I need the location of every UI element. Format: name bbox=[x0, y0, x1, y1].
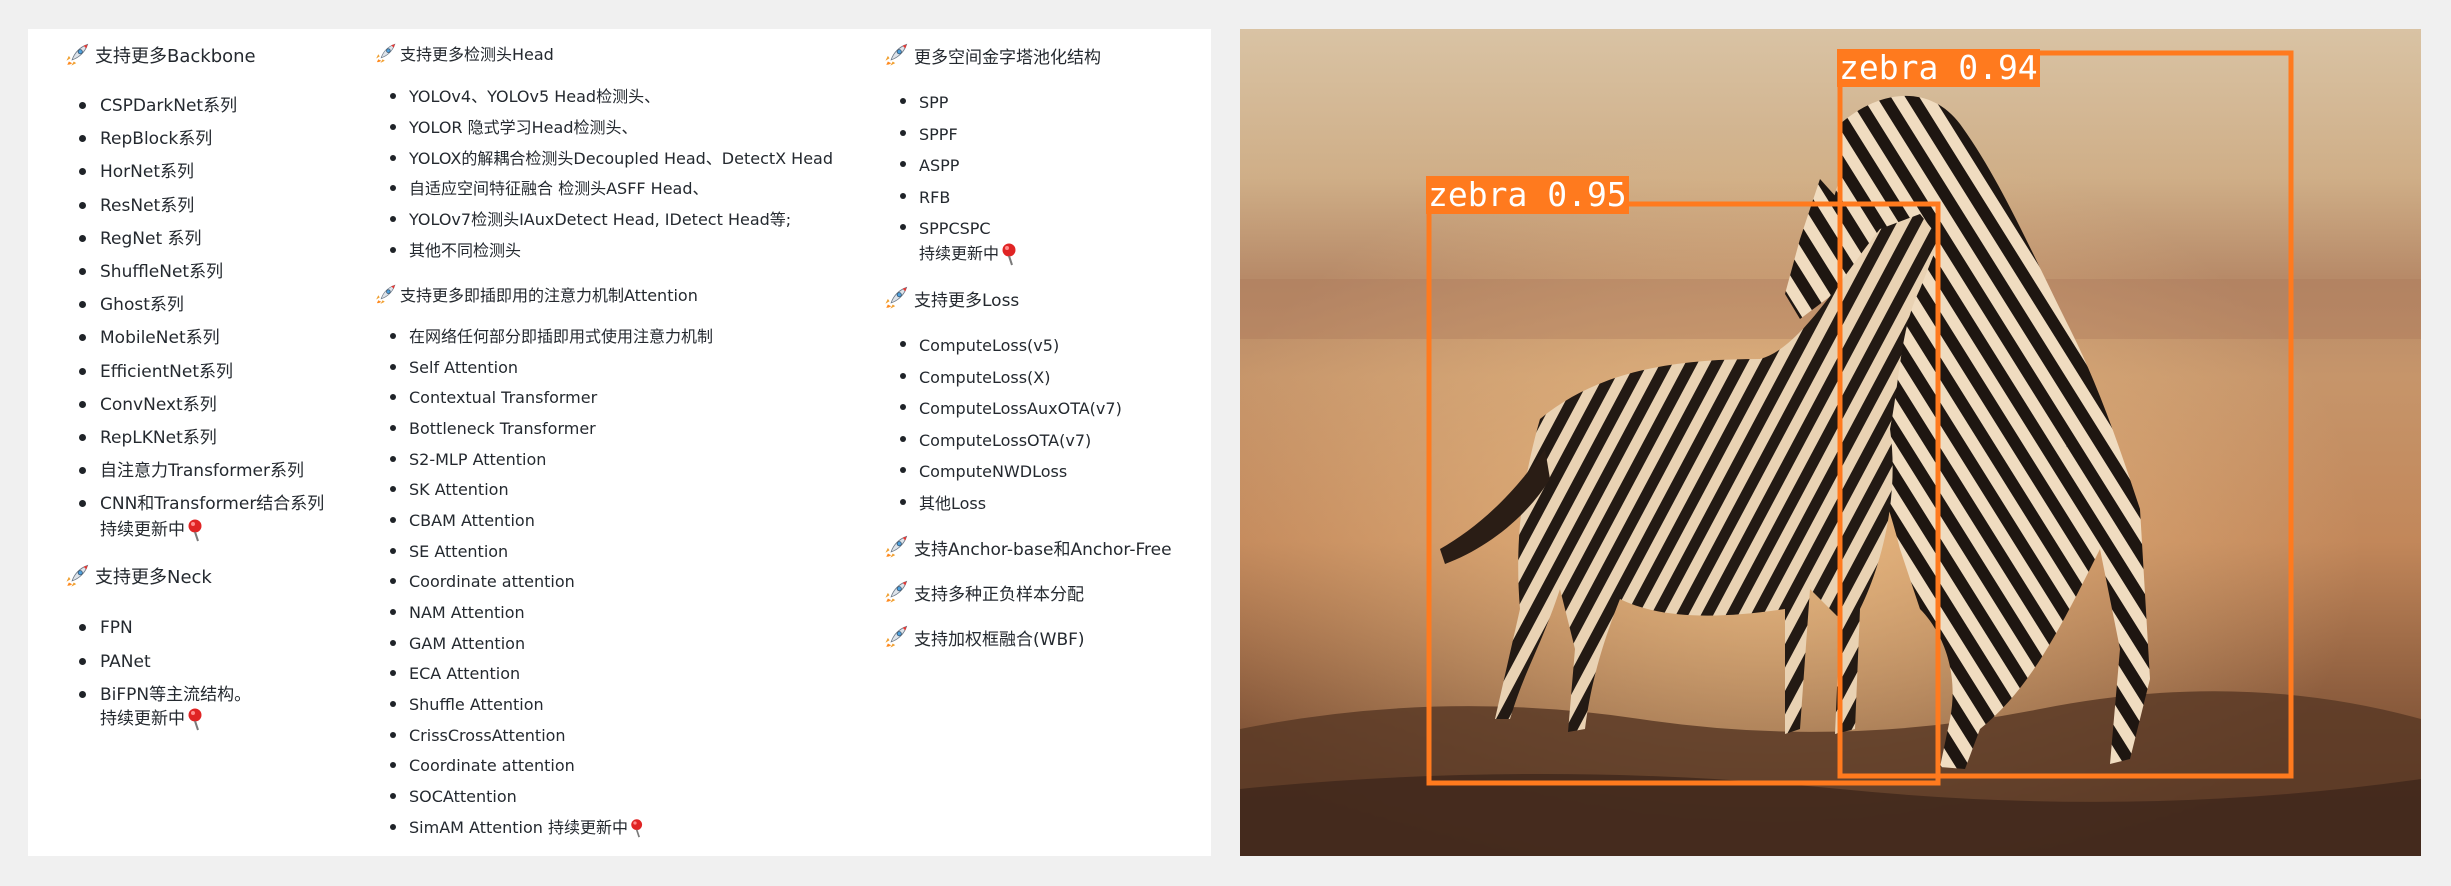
list-item: ComputeLoss(X) bbox=[883, 362, 1122, 394]
detection-photo: zebra 0.95 zebra 0.94 bbox=[1240, 29, 2421, 856]
list-item: 其他不同检测头 bbox=[374, 236, 833, 267]
detection-label-1: zebra 0.95 bbox=[1426, 175, 1629, 214]
head-list: YOLOv4、YOLOv5 Head检测头、 YOLOR 隐式学习Head检测头… bbox=[374, 82, 833, 267]
list-item: GAM Attention bbox=[374, 629, 713, 660]
wbf-section-title: 支持加权框融合(WBF) bbox=[883, 624, 1085, 650]
pin-icon bbox=[186, 518, 206, 542]
list-item: 自适应空间特征融合 检测头ASFF Head、 bbox=[374, 174, 833, 205]
rocket-icon bbox=[883, 579, 909, 605]
list-item: CBAM Attention bbox=[374, 506, 713, 537]
detection-label-2: zebra 0.94 bbox=[1837, 48, 2040, 87]
list-item: Coordinate attention bbox=[374, 751, 713, 782]
list-item: CrissCrossAttention bbox=[374, 721, 713, 752]
list-item: RegNet 系列 bbox=[64, 223, 324, 256]
list-item: 其他Loss bbox=[883, 488, 1122, 520]
pin-icon bbox=[1000, 242, 1020, 266]
list-item: FPN bbox=[64, 612, 251, 646]
loss-section-title: 支持更多Loss bbox=[883, 285, 1019, 311]
list-item: Ghost系列 bbox=[64, 289, 324, 322]
list-item: YOLOv4、YOLOv5 Head检测头、 bbox=[374, 82, 833, 113]
list-item: YOLOR 隐式学习Head检测头、 bbox=[374, 113, 833, 144]
list-item: Bottleneck Transformer bbox=[374, 414, 713, 445]
list-item: Contextual Transformer bbox=[374, 383, 713, 414]
list-item: RepBlock系列 bbox=[64, 123, 324, 156]
list-item: SE Attention bbox=[374, 537, 713, 568]
loss-list: ComputeLoss(v5) ComputeLoss(X) ComputeLo… bbox=[883, 330, 1122, 519]
list-item: SK Attention bbox=[374, 475, 713, 506]
rocket-icon bbox=[374, 42, 397, 65]
rocket-icon bbox=[883, 624, 909, 650]
list-item: YOLOX的解耦合检测头Decoupled Head、DetectX Head bbox=[374, 144, 833, 175]
list-item: ConvNext系列 bbox=[64, 389, 324, 422]
list-item: Coordinate attention bbox=[374, 567, 713, 598]
rocket-icon bbox=[64, 42, 90, 68]
list-item: ECA Attention bbox=[374, 659, 713, 690]
zebra-scene bbox=[1240, 29, 2421, 856]
anchor-section-title: 支持Anchor-base和Anchor-Free bbox=[883, 534, 1172, 560]
neck-list: FPN PANet BiFPN等主流结构。 bbox=[64, 612, 251, 713]
head-section-title: 支持更多检测头Head bbox=[374, 41, 554, 65]
list-item: ComputeLossOTA(v7) bbox=[883, 425, 1122, 457]
attention-section-title: 支持更多即插即用的注意力机制Attention bbox=[374, 282, 698, 306]
list-item: HorNet系列 bbox=[64, 156, 324, 189]
neck-updating: 持续更新中 bbox=[100, 706, 206, 732]
rocket-icon bbox=[64, 563, 90, 589]
spp-section-title: 更多空间金字塔池化结构 bbox=[883, 42, 1101, 68]
list-item: ComputeNWDLoss bbox=[883, 456, 1122, 488]
list-item: MobileNet系列 bbox=[64, 322, 324, 355]
list-item: S2-MLP Attention bbox=[374, 445, 713, 476]
list-item: SimAM Attention 持续更新中 bbox=[374, 813, 713, 844]
list-item: 在网络任何部分即插即用式使用注意力机制 bbox=[374, 322, 713, 353]
list-item: ShuffleNet系列 bbox=[64, 256, 324, 289]
list-item: ComputeLoss(v5) bbox=[883, 330, 1122, 362]
list-item: ComputeLossAuxOTA(v7) bbox=[883, 393, 1122, 425]
rocket-icon bbox=[883, 534, 909, 560]
list-item: YOLOv7检测头IAuxDetect Head, IDetect Head等; bbox=[374, 205, 833, 236]
list-item: ResNet系列 bbox=[64, 190, 324, 223]
list-item: CSPDarkNet系列 bbox=[64, 90, 324, 123]
list-item: 自注意力Transformer系列 bbox=[64, 455, 324, 488]
rocket-icon bbox=[374, 283, 397, 306]
assign-section-title: 支持多种正负样本分配 bbox=[883, 579, 1084, 605]
features-panel: 支持更多Backbone CSPDarkNet系列 RepBlock系列 Hor… bbox=[28, 29, 1211, 856]
list-item: SPPCSPC bbox=[883, 213, 991, 245]
list-item: RepLKNet系列 bbox=[64, 422, 324, 455]
rocket-icon bbox=[883, 42, 909, 68]
pin-icon bbox=[186, 707, 206, 731]
list-item: PANet bbox=[64, 646, 251, 680]
list-item: EfficientNet系列 bbox=[64, 356, 324, 389]
list-item: SOCAttention bbox=[374, 782, 713, 813]
list-item: Self Attention bbox=[374, 353, 713, 384]
spp-updating: 持续更新中 bbox=[919, 241, 1020, 267]
list-item: Shuffle Attention bbox=[374, 690, 713, 721]
list-item: SPP bbox=[883, 87, 991, 119]
attention-list: 在网络任何部分即插即用式使用注意力机制 Self Attention Conte… bbox=[374, 322, 713, 843]
spp-list: SPP SPPF ASPP RFB SPPCSPC bbox=[883, 87, 991, 245]
pin-icon bbox=[629, 818, 646, 838]
backbone-list: CSPDarkNet系列 RepBlock系列 HorNet系列 ResNet系… bbox=[64, 90, 324, 522]
list-item: SPPF bbox=[883, 119, 991, 151]
backbone-updating: 持续更新中 bbox=[100, 517, 206, 543]
list-item: NAM Attention bbox=[374, 598, 713, 629]
list-item: ASPP bbox=[883, 150, 991, 182]
backbone-section-title: 支持更多Backbone bbox=[64, 42, 256, 68]
list-item: RFB bbox=[883, 182, 991, 214]
rocket-icon bbox=[883, 285, 909, 311]
neck-section-title: 支持更多Neck bbox=[64, 563, 212, 589]
